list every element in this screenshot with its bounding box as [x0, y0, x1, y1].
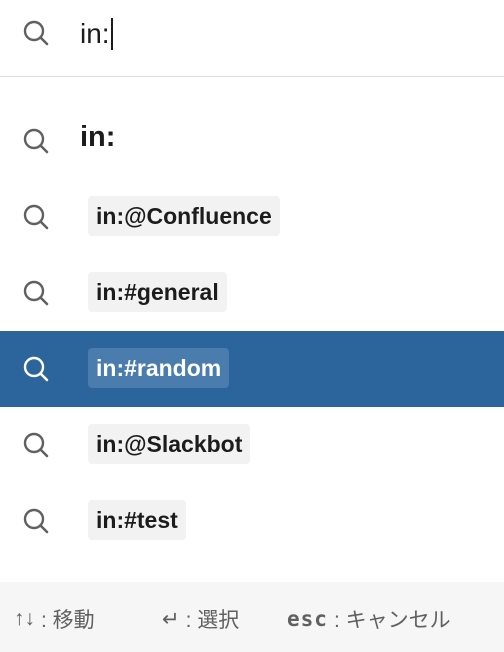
suggestion-chip: in:@Slackbot	[88, 424, 251, 464]
select-hint-label: : 選択	[185, 609, 240, 632]
arrow-keys-icon: ↑↓	[14, 607, 35, 630]
navigate-hint: ↑↓ : 移動	[14, 604, 95, 634]
search-query: in:	[80, 18, 110, 49]
search-icon	[23, 356, 49, 382]
suggestion-row[interactable]: in:#test	[0, 483, 504, 559]
suggestion-row-selected[interactable]: in:#random	[0, 331, 504, 407]
cancel-hint: esc : キャンセル	[287, 604, 451, 634]
select-hint: ↵ : 選択	[162, 604, 239, 634]
search-bar: in:	[0, 0, 504, 77]
suggestion-row[interactable]: in:@Slackbot	[0, 407, 504, 483]
text-caret	[110, 18, 113, 50]
suggestion-label: in:	[80, 121, 116, 153]
search-icon	[23, 432, 49, 458]
keyboard-hints-footer: ↑↓ : 移動 ↵ : 選択 esc : キャンセル	[0, 582, 504, 652]
suggestion-chip: in:@Confluence	[88, 196, 280, 236]
search-icon	[23, 508, 49, 534]
suggestion-chip: in:#test	[88, 500, 186, 540]
search-input[interactable]: in:	[80, 14, 113, 54]
suggestion-row[interactable]: in:#general	[0, 255, 504, 331]
suggestion-chip: in:#general	[88, 272, 227, 312]
navigate-hint-label: : 移動	[41, 609, 95, 632]
search-icon	[23, 204, 49, 230]
search-icon	[23, 20, 49, 46]
cancel-hint-label: : キャンセル	[333, 609, 451, 632]
search-icon	[23, 280, 49, 306]
suggestion-row[interactable]: in:	[0, 103, 504, 179]
enter-key-icon: ↵	[162, 607, 180, 631]
suggestion-row[interactable]: in:@Confluence	[0, 179, 504, 255]
esc-key: esc	[287, 607, 328, 631]
suggestion-chip: in:#random	[88, 348, 230, 388]
suggestion-list: in: in:@Confluence in:#general in:#rando…	[0, 103, 504, 559]
search-icon	[23, 128, 49, 154]
